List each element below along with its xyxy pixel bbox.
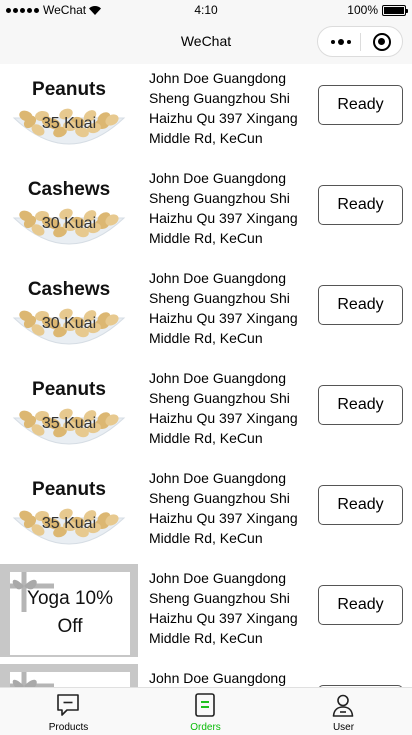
gift-title-line-1: Yoga 10% [27, 588, 113, 609]
shipping-address: John Doe Guangdong Sheng Guangzhou Shi H… [149, 370, 298, 446]
user-icon [332, 694, 354, 717]
product-thumbnail: Cashews 30 Kuai [0, 264, 138, 357]
shipping-address: John Doe Guangdong Sheng Guangzhou Shi H… [149, 170, 298, 246]
product-thumbnail: Yoga 10% Off [0, 564, 138, 657]
shipping-address: John Doe Guangdong Sheng Guangzhou Shi H… [149, 570, 298, 646]
product-thumbnail: Peanuts 35 Kuai [0, 64, 138, 157]
order-row: Yoga 50%Off John Doe Guangdong Sheng Guan… [0, 664, 412, 687]
order-row: Cashews 30 Kuai John Doe Guangdong Sheng G… [0, 264, 412, 364]
shipping-address: John Doe Guangdong Sheng Guangzhou Shi H… [149, 70, 298, 146]
shipping-address: John Doe Guangdong Sheng Guangzhou Shi H… [149, 670, 286, 686]
product-price: 30 Kuai [41, 215, 97, 232]
order-list[interactable]: Peanuts 35 Kuai John Doe Guangdong Sheng G… [0, 64, 412, 687]
product-price: 35 Kuai [41, 115, 97, 132]
ready-button[interactable]: Ready [318, 85, 403, 125]
ready-button[interactable]: Ready [318, 485, 403, 525]
close-mini-program-icon[interactable] [361, 27, 402, 56]
product-name: Peanuts [32, 79, 106, 100]
product-name: Cashews [27, 179, 111, 200]
product-name: Peanuts [32, 379, 106, 400]
tab-user[interactable]: User [275, 688, 412, 735]
product-price: 30 Kuai [41, 315, 97, 332]
order-row: Peanuts 35 Kuai John Doe Guangdong Sheng G… [0, 464, 412, 564]
orders-icon [195, 693, 215, 717]
product-price: 35 Kuai [41, 515, 97, 532]
order-row: Cashews 30 Kuai John Doe Guangdong Sheng G… [0, 164, 412, 264]
tab-label-orders: Orders [190, 722, 221, 733]
product-name: Peanuts [32, 479, 106, 500]
status-bar: WeChat 4:10 100% [0, 0, 412, 20]
products-icon [57, 694, 79, 716]
order-row: Peanuts 35 Kuai John Doe Guangdong Sheng G… [0, 64, 412, 164]
product-thumbnail: Yoga 50%Off [0, 664, 138, 687]
product-price: 35 Kuai [41, 415, 97, 432]
status-right: 100% [347, 3, 408, 17]
order-row: Peanuts 35 Kuai John Doe Guangdong Sheng G… [0, 364, 412, 464]
product-thumbnail: Peanuts 35 Kuai [0, 464, 138, 557]
battery-percent: 100% [347, 3, 378, 17]
ready-button[interactable]: Ready [318, 585, 403, 625]
ready-button[interactable]: Ready [318, 285, 403, 325]
tab-orders[interactable]: Orders [137, 688, 274, 735]
more-options-icon[interactable] [318, 27, 360, 56]
mini-program-capsule [317, 26, 403, 57]
product-thumbnail: Peanuts 35 Kuai [0, 364, 138, 457]
shipping-address: John Doe Guangdong Sheng Guangzhou Shi H… [149, 270, 298, 346]
nav-bar: WeChat [0, 20, 412, 64]
product-thumbnail: Cashews 30 Kuai [0, 164, 138, 257]
ready-button[interactable]: Ready [318, 185, 403, 225]
tab-products[interactable]: Products [0, 688, 137, 735]
gift-title-line-2: Off [57, 616, 83, 637]
tab-bar: Products Orders User [0, 687, 412, 735]
tab-label-products: Products [48, 722, 89, 733]
ready-button[interactable]: Ready [318, 385, 403, 425]
order-row: Yoga 10% Off John Doe Guangdong Sheng Guan… [0, 564, 412, 664]
product-name: Yoga 10% Off [10, 585, 130, 641]
app-screen: WeChat 4:10 100% WeChat Peanuts 35 Kuai Jo… [0, 0, 412, 735]
battery-icon [382, 4, 408, 16]
tab-label-user: User [332, 722, 355, 733]
product-name: Cashews [27, 279, 111, 300]
shipping-address: John Doe Guangdong Sheng Guangzhou Shi H… [149, 470, 298, 546]
